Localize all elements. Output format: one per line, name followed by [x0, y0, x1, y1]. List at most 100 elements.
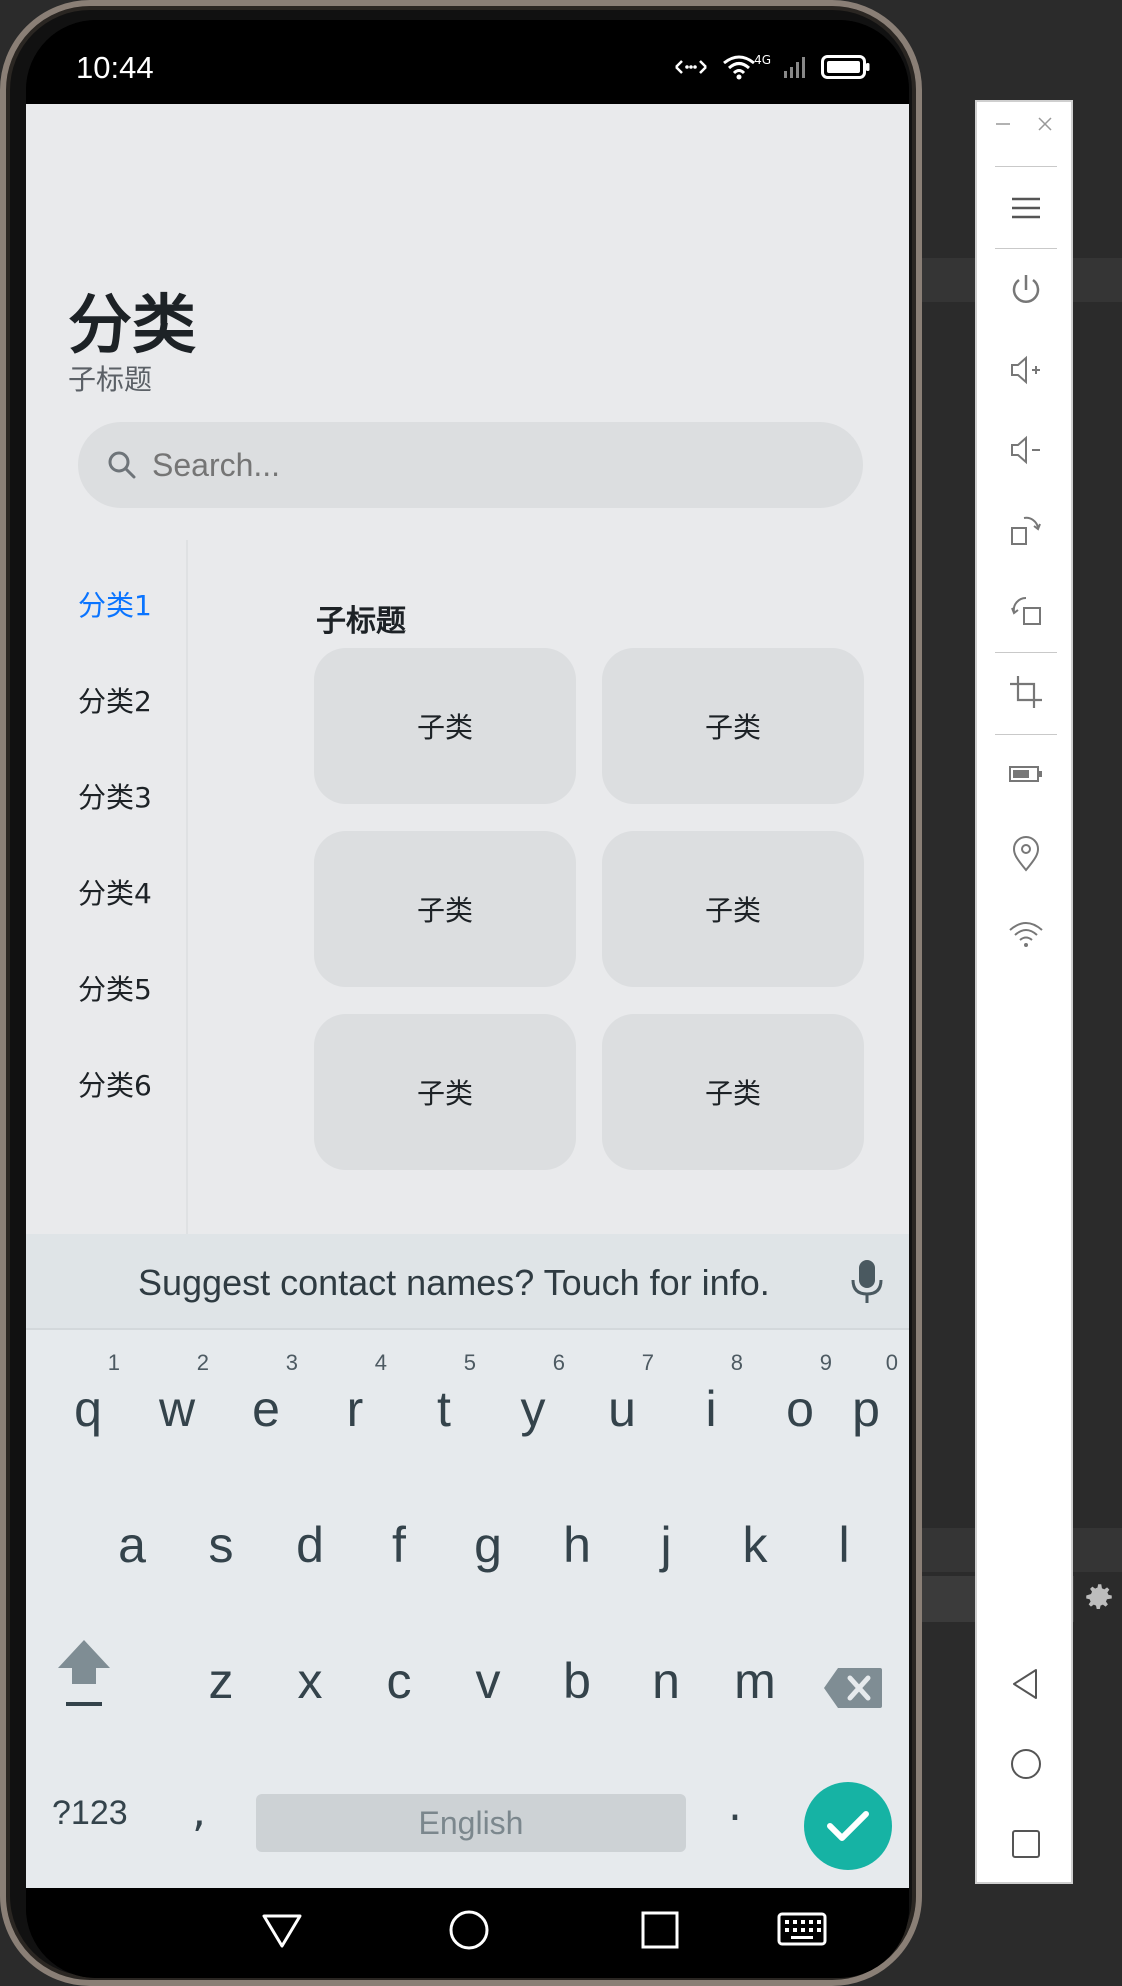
rotate-left-icon[interactable]: [1006, 590, 1046, 630]
separator: [995, 734, 1057, 735]
keyboard-icon[interactable]: [776, 1908, 828, 1952]
location-icon[interactable]: [1006, 834, 1046, 874]
key-p[interactable]: p0: [826, 1350, 906, 1454]
backspace-icon: [824, 1668, 882, 1708]
key-hint: 6: [552, 1350, 565, 1375]
key-y[interactable]: y6: [493, 1350, 573, 1454]
key-c[interactable]: c: [359, 1626, 439, 1726]
backspace-key[interactable]: [822, 1666, 884, 1710]
search-bar[interactable]: [78, 422, 863, 508]
key-letter: v: [475, 1653, 501, 1709]
sidebar-item-4[interactable]: 分类4: [78, 872, 152, 912]
key-a[interactable]: a: [92, 1490, 172, 1590]
key-d[interactable]: d: [270, 1490, 350, 1590]
key-letter: j: [660, 1517, 672, 1573]
key-f[interactable]: f: [359, 1490, 439, 1590]
key-letter: n: [652, 1653, 680, 1709]
key-k[interactable]: k: [715, 1490, 795, 1590]
key-hint: 7: [641, 1350, 654, 1375]
comma-key[interactable]: ,: [192, 1786, 206, 1837]
soft-keyboard: Suggest contact names? Touch for info. q…: [26, 1234, 909, 1888]
key-m[interactable]: m: [715, 1626, 795, 1726]
recents-square-icon[interactable]: [638, 1908, 682, 1952]
key-u[interactable]: u7: [582, 1350, 662, 1454]
key-e[interactable]: e3: [226, 1350, 306, 1454]
key-g[interactable]: g: [448, 1490, 528, 1590]
back-icon[interactable]: [1006, 1664, 1046, 1704]
key-h[interactable]: h: [537, 1490, 617, 1590]
subcategory-card[interactable]: 子类: [602, 648, 864, 804]
sidebar-item-2[interactable]: 分类2: [78, 680, 152, 720]
key-letter: i: [705, 1381, 717, 1437]
enter-key[interactable]: [804, 1782, 892, 1870]
close-icon[interactable]: [1035, 114, 1055, 140]
key-letter: q: [74, 1381, 102, 1437]
key-hint: 5: [463, 1350, 476, 1375]
key-hint: 8: [730, 1350, 743, 1375]
sidebar-item-1[interactable]: 分类1: [78, 584, 152, 624]
key-t[interactable]: t5: [404, 1350, 484, 1454]
subcategory-card[interactable]: 子类: [314, 1014, 576, 1170]
overview-icon[interactable]: [1006, 1824, 1046, 1864]
key-letter: c: [386, 1653, 412, 1709]
menu-icon[interactable]: [1006, 188, 1046, 228]
key-q[interactable]: q1: [48, 1350, 128, 1454]
key-letter: s: [208, 1517, 234, 1573]
subcategory-card[interactable]: 子类: [602, 1014, 864, 1170]
key-v[interactable]: v: [448, 1626, 528, 1726]
key-j[interactable]: j: [626, 1490, 706, 1590]
key-letter: k: [742, 1517, 768, 1573]
wifi-icon[interactable]: [1006, 914, 1046, 954]
key-letter: g: [474, 1517, 502, 1573]
shift-key[interactable]: [54, 1636, 114, 1712]
key-hint: 1: [107, 1350, 120, 1375]
shift-icon: [58, 1640, 110, 1706]
key-w[interactable]: w2: [137, 1350, 217, 1454]
key-letter: p: [852, 1381, 880, 1437]
search-input[interactable]: [152, 446, 802, 484]
gear-icon[interactable]: [1082, 1580, 1116, 1614]
subcategory-card[interactable]: 子类: [602, 831, 864, 987]
separator: [995, 248, 1057, 249]
sidebar-item-3[interactable]: 分类3: [78, 776, 152, 816]
key-hint: 4: [374, 1350, 387, 1375]
home-icon[interactable]: [1006, 1744, 1046, 1784]
volume-up-icon[interactable]: [1006, 350, 1046, 390]
back-triangle-icon[interactable]: [260, 1908, 304, 1952]
battery-icon[interactable]: [1006, 754, 1046, 794]
key-n[interactable]: n: [626, 1626, 706, 1726]
status-icons: 4G: [672, 53, 871, 80]
home-circle-icon[interactable]: [447, 1908, 491, 1952]
separator: [995, 166, 1057, 167]
key-letter: r: [346, 1381, 364, 1437]
volume-down-icon[interactable]: [1006, 430, 1046, 470]
key-x[interactable]: x: [270, 1626, 350, 1726]
checkmark-icon: [827, 1811, 869, 1841]
subcategory-card[interactable]: 子类: [314, 831, 576, 987]
phone-screen: 10:44 4G 分类 子标题 Search... 分类1 分类2 分类3 分类…: [26, 20, 909, 1978]
crop-icon[interactable]: [1006, 672, 1046, 712]
subcategory-card[interactable]: 子类: [314, 648, 576, 804]
sidebar-item-5[interactable]: 分类5: [78, 968, 152, 1008]
key-z[interactable]: z: [181, 1626, 261, 1726]
space-key[interactable]: English: [256, 1794, 686, 1852]
suggestion-bar[interactable]: Suggest contact names? Touch for info.: [26, 1234, 909, 1330]
key-l[interactable]: l: [804, 1490, 884, 1590]
key-s[interactable]: s: [181, 1490, 261, 1590]
key-r[interactable]: r4: [315, 1350, 395, 1454]
suggestion-text[interactable]: Suggest contact names? Touch for info.: [138, 1262, 770, 1304]
key-letter: a: [118, 1517, 146, 1573]
key-hint: 2: [196, 1350, 209, 1375]
power-icon[interactable]: [1006, 270, 1046, 310]
period-key[interactable]: .: [728, 1780, 742, 1831]
network-type-label: 4G: [754, 53, 771, 67]
key-i[interactable]: i8: [671, 1350, 751, 1454]
sidebar-item-6[interactable]: 分类6: [78, 1064, 152, 1104]
signal-icon: [784, 57, 805, 78]
symbols-key[interactable]: ?123: [52, 1794, 128, 1833]
rotate-right-icon[interactable]: [1006, 510, 1046, 550]
microphone-icon[interactable]: [847, 1256, 887, 1306]
key-b[interactable]: b: [537, 1626, 617, 1726]
search-icon: [108, 451, 136, 479]
minimize-icon[interactable]: [993, 114, 1013, 140]
